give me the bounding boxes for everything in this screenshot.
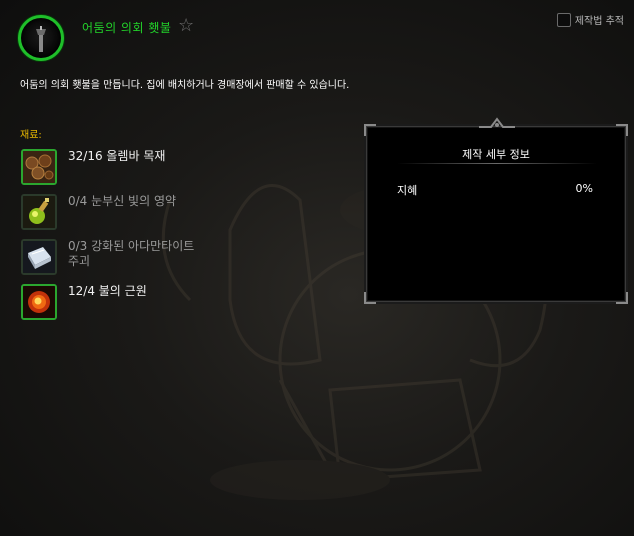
- reagent-item[interactable]: 12/4 불의 근원: [21, 284, 221, 320]
- recipe-title: 어둠의 의회 횃불: [82, 21, 172, 35]
- reagent-text: 0/3 강화된 아다만타이트 주괴: [68, 239, 195, 268]
- track-label: 제작법 추적: [574, 16, 624, 27]
- panel-corner: [364, 124, 376, 136]
- panel-corner: [616, 124, 628, 136]
- lumber-icon: [21, 149, 57, 185]
- reagent-item[interactable]: 0/4 눈부신 빛의 영약: [21, 194, 221, 230]
- panel-ornament-icon: [479, 117, 515, 128]
- track-checkbox[interactable]: [556, 12, 571, 27]
- reagent-item[interactable]: 32/16 올렘바 목재: [21, 149, 221, 185]
- torch-icon: [36, 26, 46, 52]
- recipe-description: 어둠의 의회 횃불을 만듭니다. 집에 배치하거나 경매장에서 판매할 수 있습…: [20, 80, 350, 91]
- stat-label: 지혜: [397, 184, 418, 197]
- reagent-item[interactable]: 0/3 강화된 아다만타이트 주괴: [21, 239, 221, 275]
- reagents-label: 재료:: [20, 130, 42, 141]
- ingot-icon: [21, 239, 57, 275]
- fire-essence-icon: [21, 284, 57, 320]
- reagent-text: 32/16 올렘바 목재: [68, 149, 166, 163]
- panel-corner: [364, 292, 376, 304]
- stat-value: 0%: [575, 182, 593, 195]
- crafting-details-panel: 제작 세부 정보 지혜 0%: [364, 117, 628, 304]
- track-recipe-toggle[interactable]: 제작법 추적: [556, 12, 624, 27]
- favorite-star-icon[interactable]: ☆: [178, 15, 194, 36]
- details-title: 제작 세부 정보: [462, 148, 530, 161]
- reagent-text: 12/4 불의 근원: [68, 284, 147, 298]
- potion-icon: [21, 194, 57, 230]
- details-divider: [397, 163, 597, 164]
- reagent-text: 0/4 눈부신 빛의 영약: [68, 194, 177, 208]
- panel-corner: [616, 292, 628, 304]
- recipe-torch-icon[interactable]: [18, 15, 64, 61]
